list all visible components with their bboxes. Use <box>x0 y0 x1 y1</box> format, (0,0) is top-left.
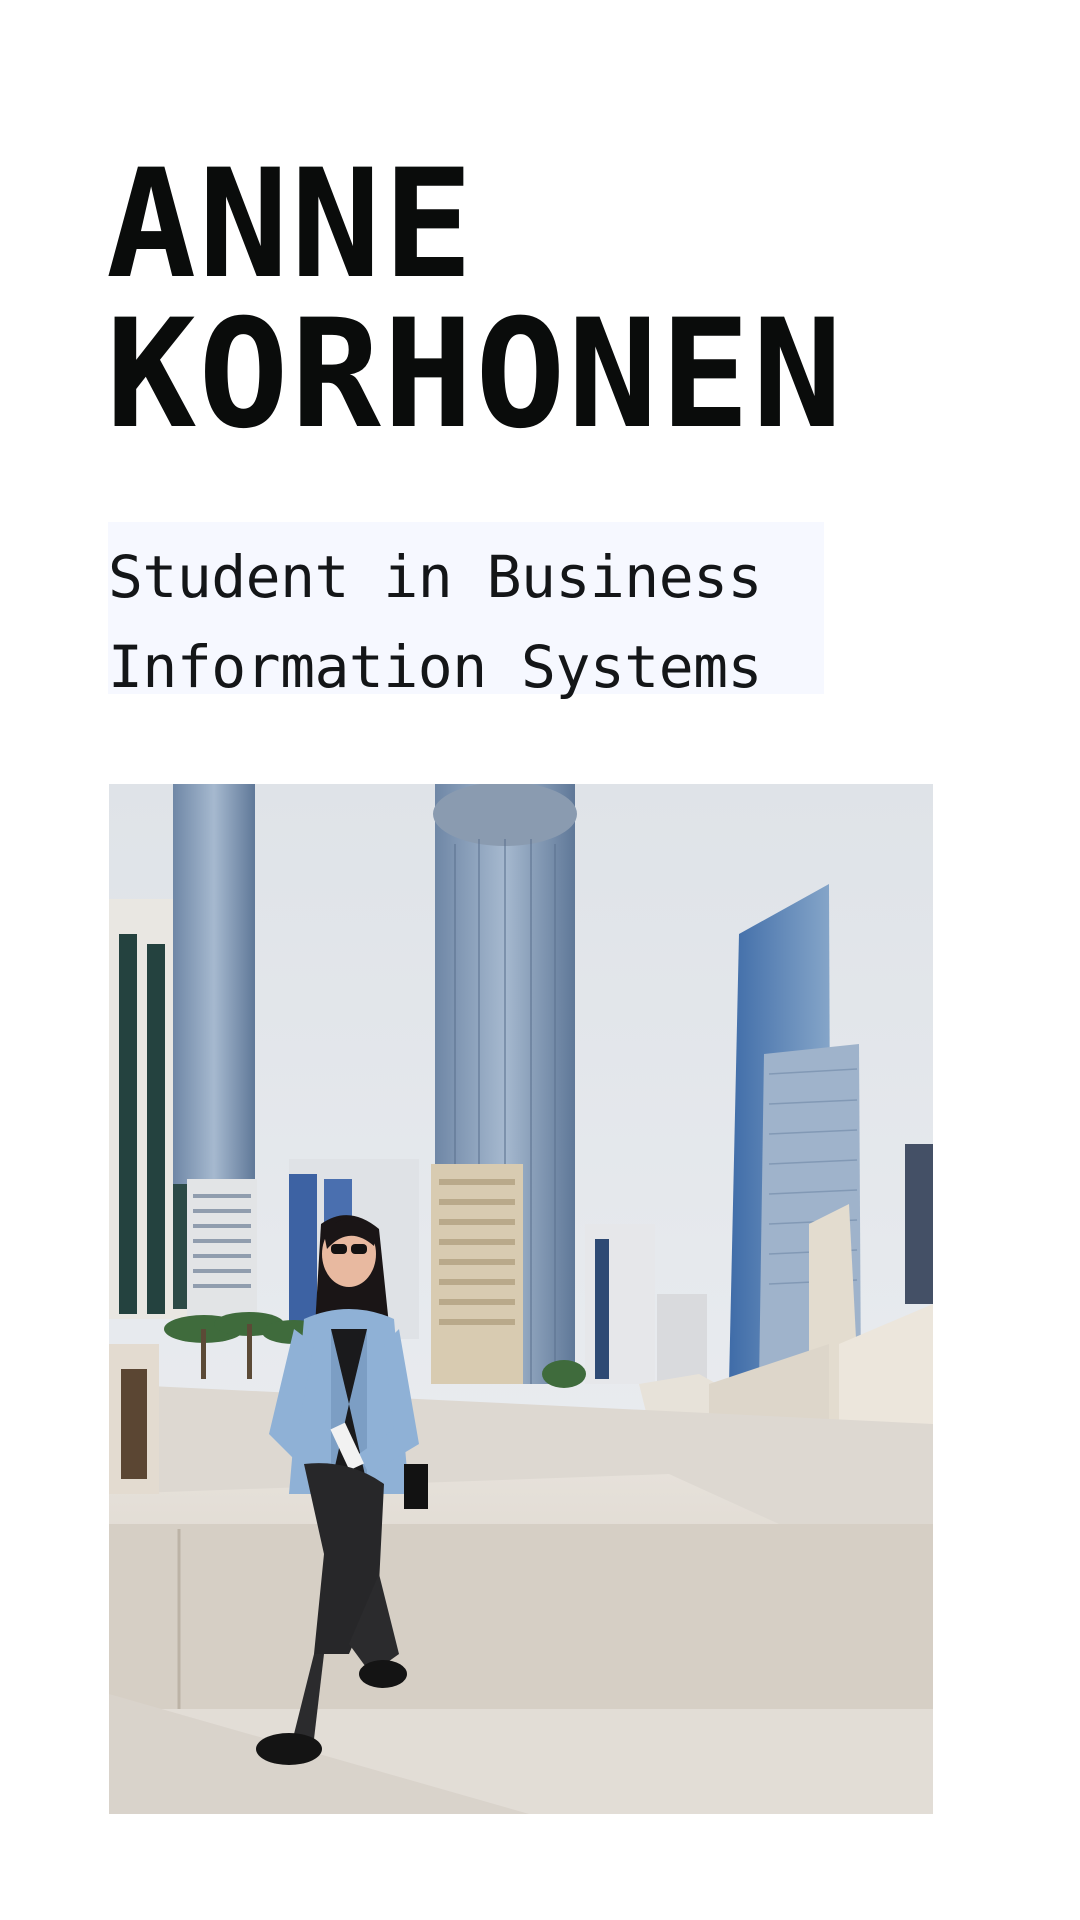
name-heading: ANNE KORHONEN <box>106 150 1006 450</box>
first-name: ANNE <box>106 138 476 312</box>
subtitle-line-2: Information Systems <box>108 633 762 701</box>
subtitle-box: Student in Business Information Systems <box>108 522 824 701</box>
subtitle-line-1: Student in Business <box>108 543 762 611</box>
photo-illustration <box>109 784 933 1814</box>
last-name: KORHONEN <box>106 288 845 462</box>
profile-photo <box>109 784 933 1814</box>
